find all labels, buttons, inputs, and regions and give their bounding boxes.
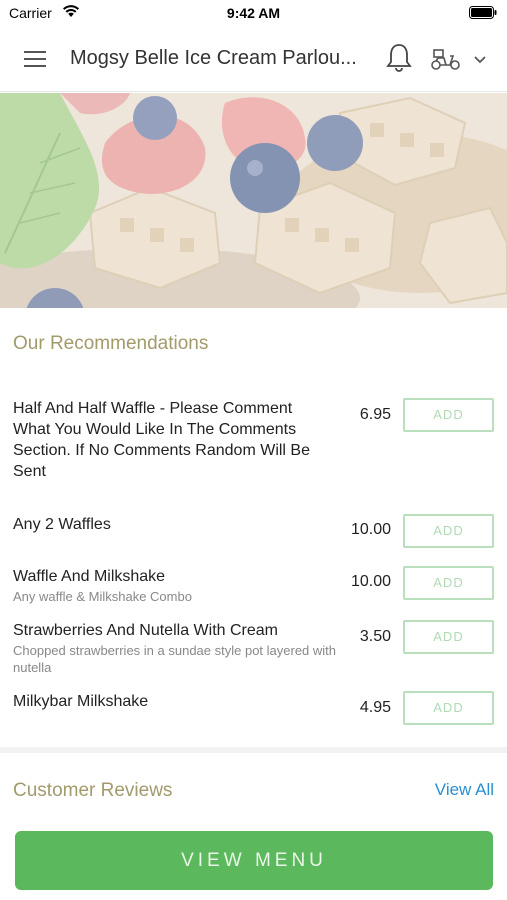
item-name: Any 2 Waffles <box>13 516 111 533</box>
hamburger-menu-icon[interactable] <box>18 44 52 74</box>
scooter-icon[interactable] <box>430 46 462 72</box>
reviews-title: Customer Reviews <box>13 780 173 801</box>
item-description: Any waffle & Milkshake Combo <box>13 589 192 604</box>
item-price: 10.00 <box>350 573 391 590</box>
hero-image <box>0 93 507 308</box>
bell-icon[interactable] <box>384 42 414 74</box>
add-button[interactable]: ADD <box>403 566 494 600</box>
item-price: 4.95 <box>359 699 391 716</box>
item-price: 3.50 <box>359 628 391 645</box>
item-description: Chopped strawberries in a sundae style p… <box>13 643 337 675</box>
status-bar: Carrier 9:42 AM <box>0 0 507 26</box>
clock: 9:42 AM <box>226 5 281 21</box>
item-name: Milkybar Milkshake <box>13 693 149 710</box>
battery-icon <box>469 6 497 22</box>
section-divider <box>0 747 507 753</box>
item-name: Strawberries And Nutella With Cream <box>13 622 278 639</box>
item-price: 6.95 <box>359 406 391 423</box>
view-all-link[interactable]: View All <box>435 780 494 800</box>
item-name: Waffle And Milkshake <box>13 568 166 585</box>
app-header: Mogsy Belle Ice Cream Parlou... <box>0 26 507 92</box>
item-name: Half And Half Waffle - Please Comment Wh… <box>13 400 310 480</box>
add-button[interactable]: ADD <box>403 620 494 654</box>
add-button[interactable]: ADD <box>403 398 494 432</box>
chevron-down-icon[interactable] <box>472 53 488 65</box>
view-menu-button[interactable]: VIEW MENU <box>15 831 493 890</box>
item-price: 10.00 <box>350 521 391 538</box>
add-button[interactable]: ADD <box>403 691 494 725</box>
add-button[interactable]: ADD <box>403 514 494 548</box>
page-title: Mogsy Belle Ice Cream Parlou... <box>70 47 357 69</box>
recommendations-title: Our Recommendations <box>13 333 209 354</box>
